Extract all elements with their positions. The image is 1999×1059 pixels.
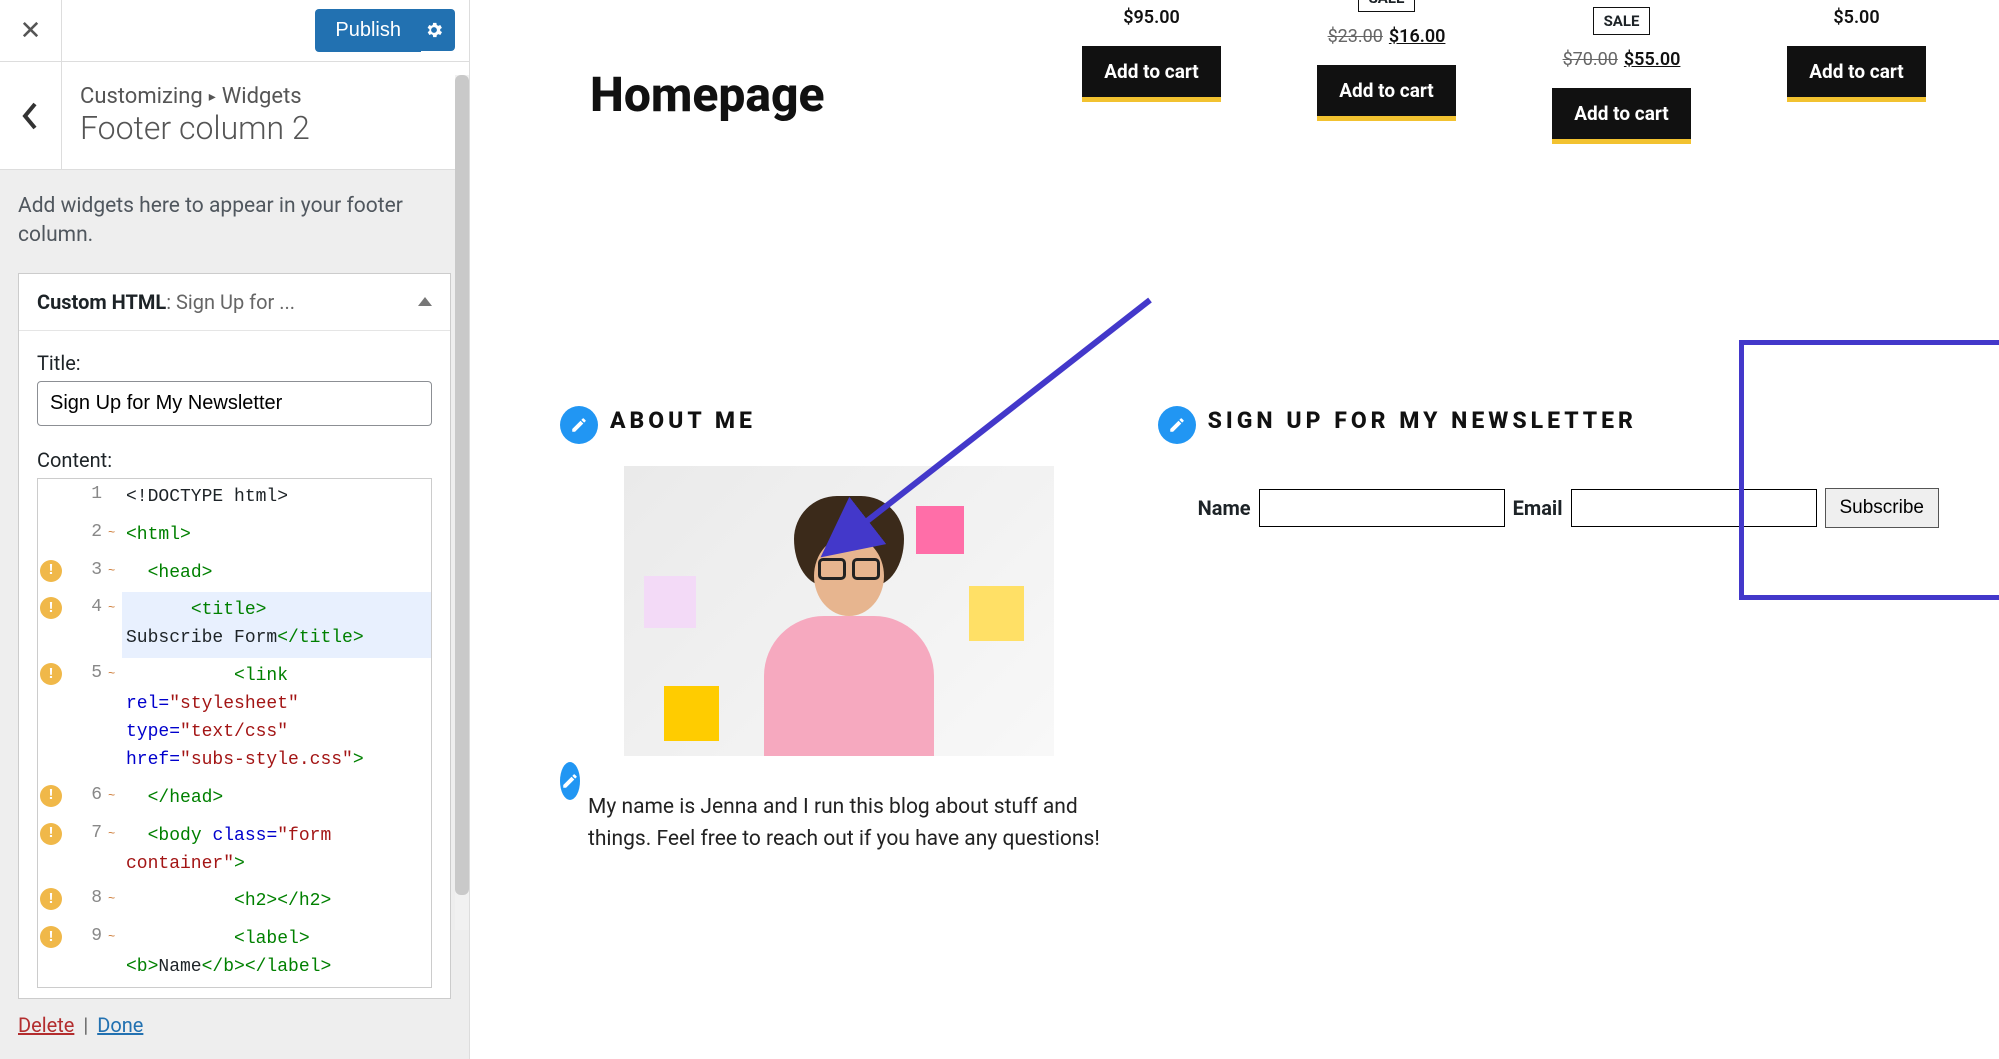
crumb-parent: Widgets xyxy=(222,84,302,109)
sale-badge: SALE xyxy=(1593,7,1651,35)
footer-col-about: ABOUT ME My name is Jenna and I run this… xyxy=(540,400,1138,855)
crumb-root: Customizing xyxy=(80,84,203,109)
publish-settings-gear-icon[interactable] xyxy=(413,9,455,51)
widget-card-custom-html: Custom HTML : Sign Up for ... Title: Con… xyxy=(18,273,451,999)
code-editor[interactable]: 1<!DOCTYPE html>2~<html>!3~ <head>!4~ <t… xyxy=(37,478,432,988)
close-customizer-button[interactable]: ✕ xyxy=(0,0,62,61)
footer-col-newsletter: SIGN UP FOR MY NEWSLETTER Name Email Sub… xyxy=(1138,400,1959,855)
lint-warning-icon: ! xyxy=(40,785,62,807)
product-card: USABeanie – 100% Wool$5.00Add to cart xyxy=(1754,0,1959,144)
lint-warning-icon: ! xyxy=(40,888,62,910)
email-label: Email xyxy=(1513,496,1563,520)
breadcrumb: Customizing▸Widgets Footer column 2 xyxy=(0,62,469,170)
widget-title-input[interactable] xyxy=(37,381,432,426)
code-line[interactable]: !3~ <head> xyxy=(38,555,431,593)
customizer-topbar: ✕ Publish xyxy=(0,0,469,62)
lint-warning-icon: ! xyxy=(40,926,62,948)
page-title: Homepage xyxy=(590,66,825,123)
product-price: $95.00 xyxy=(1049,7,1254,28)
line-number: 7 xyxy=(68,823,102,843)
add-to-cart-button[interactable]: Add to cart xyxy=(1552,88,1690,144)
collapse-caret-icon xyxy=(418,290,432,306)
title-field-label: Title: xyxy=(37,351,432,375)
lint-warning-icon: ! xyxy=(40,823,62,845)
subscribe-button[interactable]: Subscribe xyxy=(1825,488,1940,528)
lint-warning-icon: ! xyxy=(40,560,62,582)
newsletter-heading: SIGN UP FOR MY NEWSLETTER xyxy=(1208,407,1637,434)
code-line[interactable]: !7~ <body class="form container"> xyxy=(38,818,431,884)
widget-body: Title: Content: 1<!DOCTYPE html>2~<html>… xyxy=(19,331,450,998)
product-price: $23.00$16.00 xyxy=(1284,26,1489,47)
add-to-cart-button[interactable]: Add to cart xyxy=(1317,65,1455,121)
widget-title-preview: : Sign Up for ... xyxy=(166,290,295,314)
edit-widget-icon[interactable] xyxy=(560,406,598,444)
about-text: My name is Jenna and I run this blog abo… xyxy=(588,792,1118,855)
code-line[interactable]: !8~ <h2></h2> xyxy=(38,883,431,921)
breadcrumb-title: Footer column 2 xyxy=(80,109,310,147)
edit-widget-icon[interactable] xyxy=(560,762,580,800)
line-number: 5 xyxy=(68,663,102,683)
widget-type-label: Custom HTML xyxy=(37,290,166,314)
line-number: 8 xyxy=(68,888,102,908)
edit-widget-icon[interactable] xyxy=(1158,406,1196,444)
lint-warning-icon xyxy=(40,484,62,506)
site-preview: Homepage 100% Wool$95.00Add to cartSALE$… xyxy=(470,0,1999,1059)
newsletter-form: Name Email Subscribe xyxy=(1158,488,1939,528)
widget-actions: Delete | Done xyxy=(0,999,469,1051)
lint-warning-icon xyxy=(40,522,62,544)
code-line[interactable]: !5~ <link rel="stylesheet" type="text/cs… xyxy=(38,658,431,780)
about-heading: ABOUT ME xyxy=(610,407,756,434)
product-row: 100% Wool$95.00Add to cartSALE$23.00$16.… xyxy=(1049,0,1959,144)
email-input[interactable] xyxy=(1571,489,1817,527)
product-card: SALE $23.00$16.00 Add to cart xyxy=(1284,0,1489,144)
line-number: 9 xyxy=(68,926,102,946)
product-card: – 100% WoolSALE$70.00$55.00Add to cart xyxy=(1519,0,1724,144)
code-line[interactable]: !9~ <label> <b>Name</b></label> xyxy=(38,921,431,987)
lint-warning-icon: ! xyxy=(40,597,62,619)
line-number: 2 xyxy=(68,522,102,542)
back-button[interactable] xyxy=(0,62,62,169)
product-price: $70.00$55.00 xyxy=(1519,49,1724,70)
add-to-cart-button[interactable]: Add to cart xyxy=(1787,46,1925,102)
line-number: 4 xyxy=(68,597,102,617)
widget-header[interactable]: Custom HTML : Sign Up for ... xyxy=(19,274,450,331)
about-photo xyxy=(624,466,1054,756)
sidebar-scrollbar[interactable] xyxy=(455,75,469,930)
done-widget-link[interactable]: Done xyxy=(97,1013,143,1037)
line-number: 6 xyxy=(68,785,102,805)
product-card: 100% Wool$95.00Add to cart xyxy=(1049,0,1254,144)
sale-badge: SALE xyxy=(1358,0,1416,12)
customizer-sidebar: ✕ Publish Customizing▸Widgets Footer col… xyxy=(0,0,470,1059)
code-line[interactable]: !4~ <title> Subscribe Form</title> xyxy=(38,592,431,658)
publish-button[interactable]: Publish xyxy=(315,9,421,52)
line-number: 3 xyxy=(68,560,102,580)
code-line[interactable]: !6~ </head> xyxy=(38,780,431,818)
footer-widgets: ABOUT ME My name is Jenna and I run this… xyxy=(540,400,1959,855)
lint-warning-icon: ! xyxy=(40,663,62,685)
annotation-highlight-box xyxy=(1739,340,1999,600)
delete-widget-link[interactable]: Delete xyxy=(18,1013,74,1037)
widget-area-hint: Add widgets here to appear in your foote… xyxy=(0,170,469,273)
name-label: Name xyxy=(1198,496,1251,520)
topbar-right: Publish xyxy=(62,0,469,61)
content-field-label: Content: xyxy=(37,448,432,472)
add-to-cart-button[interactable]: Add to cart xyxy=(1082,46,1220,102)
line-number: 1 xyxy=(68,484,102,504)
product-price: $5.00 xyxy=(1754,7,1959,28)
name-input[interactable] xyxy=(1259,489,1505,527)
code-line[interactable]: 1<!DOCTYPE html> xyxy=(38,479,431,517)
breadcrumb-path: Customizing▸Widgets xyxy=(80,84,310,109)
code-line[interactable]: 2~<html> xyxy=(38,517,431,555)
